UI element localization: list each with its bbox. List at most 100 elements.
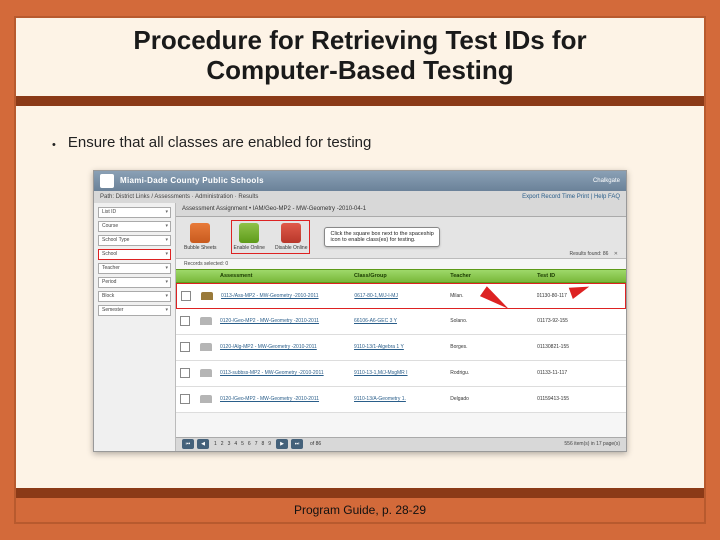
filter-period[interactable]: Period ▾ [98, 277, 171, 288]
spaceship-icon [200, 369, 212, 377]
assessment-link[interactable]: 0113-/Ass-MP2 - MW-Geometry -2010-2011 [221, 293, 352, 299]
filter-label: Block [102, 293, 114, 299]
col-teacher[interactable]: Teacher [450, 273, 535, 279]
footer-text: Program Guide, p. 28-29 [294, 503, 426, 517]
pager-page-link[interactable]: 7 [255, 441, 258, 447]
district-logo-icon [100, 174, 114, 188]
pager-bar: ⏮ ◀ 123456789 ▶ ⏭ of 86 556 item(s) in 1… [176, 437, 626, 451]
table-row[interactable]: 0120-/Geo-MP2 - MW-Geometry -2010-201191… [176, 387, 626, 413]
bubble-sheets-button[interactable]: Bubble Sheets [184, 223, 217, 251]
results-found-label: Results found: 86 ✕ [569, 251, 618, 257]
chevron-down-icon: ▾ [165, 251, 168, 257]
row-checkbox[interactable] [180, 368, 190, 378]
enable-online-icon [239, 223, 259, 243]
tool-label: Enable Online [234, 245, 265, 251]
teacher-cell: Solano. [450, 318, 535, 324]
pager-page-link[interactable]: 4 [234, 441, 237, 447]
tool-label: Bubble Sheets [184, 245, 217, 251]
bubble-sheets-icon [190, 223, 210, 243]
bullet-dot-icon: • [52, 134, 56, 156]
row-checkbox[interactable] [180, 342, 190, 352]
test-id-cell: 01130821-155 [537, 344, 622, 350]
teacher-cell: Borges. [450, 344, 535, 350]
tool-label: Disable Online [275, 245, 308, 251]
filter-list-id[interactable]: List ID ▾ [98, 207, 171, 218]
pager-page-link[interactable]: 8 [261, 441, 264, 447]
title-line-2: Computer-Based Testing [206, 55, 513, 85]
filter-block[interactable]: Block▾ [98, 291, 171, 302]
pager-pages: 123456789 [212, 441, 273, 447]
enable-tools-callout: Enable Online Disable Online [231, 220, 311, 254]
main-panel: Assessment Assignment • IAM/Geo-MP2 - MW… [176, 203, 626, 451]
pager-summary: 556 item(s) in 17 page(s) [564, 441, 620, 447]
pager-first-button[interactable]: ⏮ [182, 439, 194, 449]
pager-page-link[interactable]: 5 [241, 441, 244, 447]
instruction-tooltip: Click the square box next to the spacesh… [324, 227, 440, 247]
table-row[interactable]: 0113-/Ass-MP2 - MW-Geometry -2010-201106… [176, 283, 626, 309]
class-link[interactable]: 9110-13-1,M/J-MsgMR I [354, 370, 448, 376]
assessment-link[interactable]: 0120-/Alg-MP2 - MW-Geometry -2010-2011 [220, 344, 352, 350]
filter-school[interactable]: School ▾ [98, 249, 171, 260]
filter-semester[interactable]: Semester ▾ [98, 305, 171, 316]
test-id-cell: 01133-11-117 [537, 370, 622, 376]
nav-utility-links[interactable]: Export Record Time Print | Help FAQ [522, 194, 620, 200]
spaceship-icon [200, 343, 212, 351]
title-line-1: Procedure for Retrieving Test IDs for [133, 25, 586, 55]
bullet-text: Ensure that all classes are enabled for … [68, 134, 372, 151]
chevron-down-icon: ▾ [165, 265, 168, 271]
spaceship-icon [200, 317, 212, 325]
col-class-group[interactable]: Class/Group [354, 273, 448, 279]
accent-bar-top [16, 96, 704, 106]
pager-last-button[interactable]: ⏭ [291, 439, 303, 449]
filter-label: Semester [102, 307, 123, 313]
slide-title: Procedure for Retrieving Test IDs for Co… [56, 26, 664, 86]
filter-school-type[interactable]: School Type▾ [98, 235, 171, 246]
filter-label: Period [102, 279, 116, 285]
app-body: List ID ▾ Course▾ School Type▾ School ▾ Te… [94, 203, 626, 451]
pager-prev-button[interactable]: ◀ [197, 439, 209, 449]
pager-of: of 86 [310, 441, 321, 447]
teacher-cell: Delgado [450, 396, 535, 402]
chevron-down-icon: ▾ [165, 209, 168, 215]
pager-page-link[interactable]: 6 [248, 441, 251, 447]
table-row[interactable]: 0113-subbss-MP2 - MW-Geometry -2010-2011… [176, 361, 626, 387]
nav-path: Path: District Links / Assessments · Adm… [100, 194, 258, 200]
filter-teacher[interactable]: Teacher▾ [98, 263, 171, 274]
class-link[interactable]: 0617-80-1,M/J-I-MJ [354, 293, 448, 299]
table-row[interactable]: 0120-/Alg-MP2 - MW-Geometry -2010-201191… [176, 335, 626, 361]
assessment-link[interactable]: 0120-/Geo-MP2 - MW-Geometry -2010-2011 [220, 318, 352, 324]
app-screenshot: Miami-Dade County Public Schools Chalkga… [93, 170, 627, 452]
row-checkbox[interactable] [180, 316, 190, 326]
spaceship-icon [200, 395, 212, 403]
chevron-down-icon: ▾ [165, 307, 168, 313]
chevron-down-icon: ▾ [165, 237, 168, 243]
close-icon[interactable]: ✕ [614, 251, 618, 257]
action-toolbar: Bubble Sheets Enable Online Disable Onli… [176, 217, 626, 259]
row-checkbox[interactable] [180, 394, 190, 404]
pager-page-link[interactable]: 1 [214, 441, 217, 447]
app-header-title: Miami-Dade County Public Schools [120, 176, 264, 185]
class-link[interactable]: 66106-A6-GEC 3 Y [354, 318, 448, 324]
chevron-down-icon: ▾ [165, 279, 168, 285]
slide-footer: Program Guide, p. 28-29 [16, 488, 704, 522]
row-checkbox[interactable] [181, 291, 191, 301]
disable-online-button[interactable]: Disable Online [275, 223, 308, 251]
assessment-link[interactable]: 0120-/Geo-MP2 - MW-Geometry -2010-2011 [220, 396, 352, 402]
col-assessment[interactable]: Assessment [220, 273, 352, 279]
filter-label: List ID [102, 209, 116, 215]
table-row[interactable]: 0120-/Geo-MP2 - MW-Geometry -2010-201166… [176, 309, 626, 335]
col-test-id[interactable]: Test ID [537, 273, 622, 279]
filter-label: School [102, 251, 117, 257]
enable-online-button[interactable]: Enable Online [234, 223, 265, 251]
pager-page-link[interactable]: 2 [221, 441, 224, 447]
class-link[interactable]: 9110-13/A-Geometry 1. [354, 396, 448, 402]
pager-page-link[interactable]: 9 [268, 441, 271, 447]
pager-page-link[interactable]: 3 [228, 441, 231, 447]
test-id-cell: 01159413-155 [537, 396, 622, 402]
filter-course[interactable]: Course▾ [98, 221, 171, 232]
assessment-link[interactable]: 0113-subbss-MP2 - MW-Geometry -2010-2011 [220, 370, 352, 376]
class-link[interactable]: 9110-13/1-Algebra 1 Y [354, 344, 448, 350]
test-id-cell: 01173-92-155 [537, 318, 622, 324]
pager-next-button[interactable]: ▶ [276, 439, 288, 449]
disable-online-icon [281, 223, 301, 243]
